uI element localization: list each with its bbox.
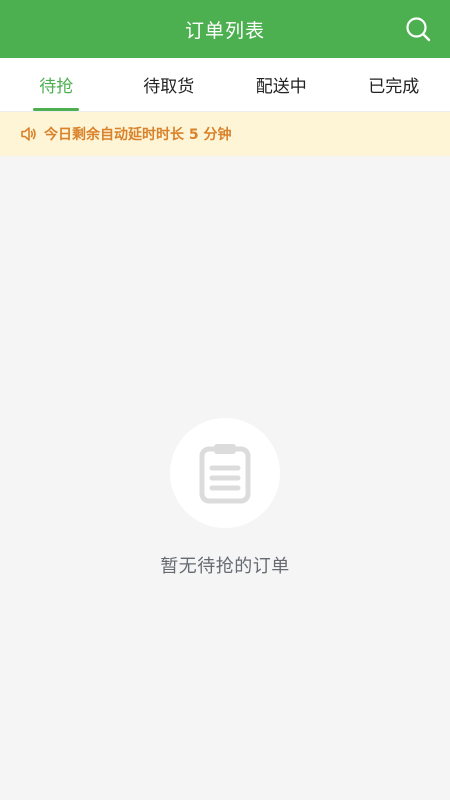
search-button[interactable] (404, 15, 432, 43)
order-status-tabs: 待抢 待取货 配送中 已完成 (0, 58, 450, 112)
speaker-icon (20, 125, 38, 143)
tab-delivering[interactable]: 配送中 (225, 58, 338, 111)
tab-pending-grab[interactable]: 待抢 (0, 58, 113, 111)
notice-text: 今日剩余自动延时时长 5 分钟 (44, 127, 232, 143)
empty-state: 暂无待抢的订单 (0, 418, 450, 578)
tab-label: 已完成 (368, 77, 420, 97)
clipboard-icon (199, 444, 251, 504)
tab-label: 待取货 (143, 77, 195, 97)
tab-completed[interactable]: 已完成 (338, 58, 450, 111)
search-icon (406, 17, 431, 42)
app-root: 订单列表 待抢 待取货 配送中 已完成 今日剩余自动延时时长 5 分钟 暂无待抢… (0, 0, 450, 800)
empty-icon-circle (170, 418, 280, 528)
empty-state-text: 暂无待抢的订单 (160, 556, 290, 577)
notice-banner: 今日剩余自动延时时长 5 分钟 (0, 112, 450, 156)
active-tab-indicator (33, 108, 80, 111)
top-bar: 订单列表 (0, 0, 450, 58)
tab-label: 配送中 (255, 77, 307, 97)
tab-pending-pickup[interactable]: 待取货 (113, 58, 226, 111)
page-title: 订单列表 (184, 19, 265, 42)
tab-label: 待抢 (39, 77, 74, 97)
